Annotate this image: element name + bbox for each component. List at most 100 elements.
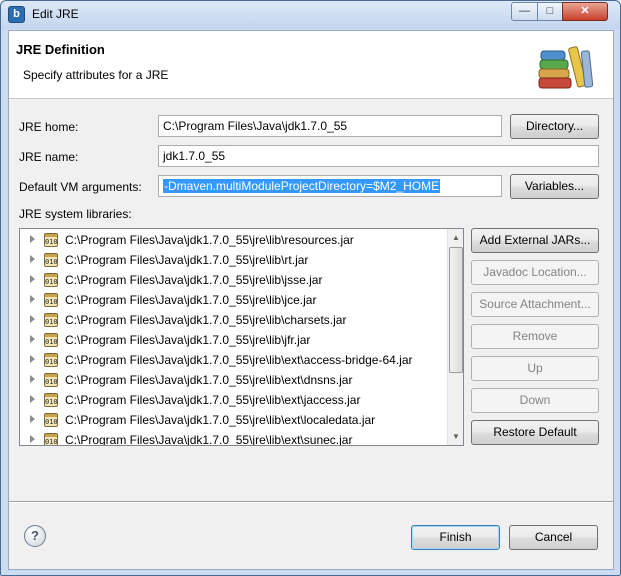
dialog-banner: JRE Definition Specify attributes for a … — [9, 31, 613, 99]
library-path: C:\Program Files\Java\jdk1.7.0_55\jre\li… — [65, 393, 361, 407]
jar-icon-badge: 010 — [45, 438, 58, 446]
window-title: Edit JRE — [32, 7, 79, 21]
jar-icon-band — [45, 434, 57, 437]
javadoc-location-button[interactable]: Javadoc Location... — [471, 260, 599, 285]
libraries-tree[interactable]: 010 C:\Program Files\Java\jdk1.7.0_55\jre… — [19, 228, 464, 446]
vm-arguments-field[interactable]: -Dmaven.multiModuleProjectDirectory=$M2_… — [158, 175, 502, 197]
jar-icon-band — [45, 394, 57, 397]
variables-button[interactable]: Variables... — [510, 174, 599, 199]
close-button[interactable]: ✕ — [562, 2, 608, 21]
cancel-button[interactable]: Cancel — [509, 525, 598, 550]
expand-arrow-icon[interactable] — [30, 415, 35, 423]
expand-arrow-icon[interactable] — [30, 395, 35, 403]
dialog-client-area: JRE Definition Specify attributes for a … — [8, 30, 614, 570]
jar-file-icon: 010 — [44, 333, 58, 347]
library-path: C:\Program Files\Java\jdk1.7.0_55\jre\li… — [65, 373, 353, 387]
jar-icon-band — [45, 354, 57, 357]
library-path: C:\Program Files\Java\jdk1.7.0_55\jre\li… — [65, 353, 413, 367]
footer-separator — [9, 501, 613, 503]
banner-title: JRE Definition — [16, 42, 105, 57]
jar-icon-badge: 010 — [45, 398, 58, 406]
library-row[interactable]: 010 C:\Program Files\Java\jdk1.7.0_55\jre… — [20, 230, 446, 250]
library-row[interactable]: 010 C:\Program Files\Java\jdk1.7.0_55\jre… — [20, 270, 446, 290]
jre-name-field[interactable]: jdk1.7.0_55 — [158, 145, 599, 167]
jar-icon-band — [45, 254, 57, 257]
expand-arrow-icon[interactable] — [30, 335, 35, 343]
remove-button[interactable]: Remove — [471, 324, 599, 349]
jar-file-icon: 010 — [44, 313, 58, 327]
jar-file-icon: 010 — [44, 373, 58, 387]
jar-file-icon: 010 — [44, 293, 58, 307]
jar-icon-badge: 010 — [45, 318, 58, 326]
restore-default-button[interactable]: Restore Default — [471, 420, 599, 445]
expand-arrow-icon[interactable] — [30, 275, 35, 283]
source-attachment-button[interactable]: Source Attachment... — [471, 292, 599, 317]
add-external-jars-button[interactable]: Add External JARs... — [471, 228, 599, 253]
library-row[interactable]: 010 C:\Program Files\Java\jdk1.7.0_55\jre… — [20, 350, 446, 370]
jar-icon-badge: 010 — [45, 258, 58, 266]
library-path: C:\Program Files\Java\jdk1.7.0_55\jre\li… — [65, 333, 311, 347]
finish-button[interactable]: Finish — [411, 525, 500, 550]
expand-arrow-icon[interactable] — [30, 255, 35, 263]
jar-icon-band — [45, 314, 57, 317]
library-path: C:\Program Files\Java\jdk1.7.0_55\jre\li… — [65, 293, 317, 307]
expand-arrow-icon[interactable] — [30, 375, 35, 383]
system-libraries-label: JRE system libraries: — [19, 207, 132, 221]
scrollbar-thumb[interactable] — [449, 247, 463, 373]
jar-file-icon: 010 — [44, 273, 58, 287]
expand-arrow-icon[interactable] — [30, 235, 35, 243]
jre-home-field[interactable]: C:\Program Files\Java\jdk1.7.0_55 — [158, 115, 502, 137]
jar-file-icon: 010 — [44, 433, 58, 446]
library-row[interactable]: 010 C:\Program Files\Java\jdk1.7.0_55\jre… — [20, 250, 446, 270]
jar-icon-band — [45, 374, 57, 377]
expand-arrow-icon[interactable] — [30, 355, 35, 363]
maximize-button[interactable]: □ — [537, 2, 563, 21]
library-row[interactable]: 010 C:\Program Files\Java\jdk1.7.0_55\jre… — [20, 390, 446, 410]
minimize-button[interactable]: — — [511, 2, 538, 21]
expand-arrow-icon[interactable] — [30, 435, 35, 443]
jar-icon-badge: 010 — [45, 278, 58, 286]
jar-icon-badge: 010 — [45, 298, 58, 306]
jar-file-icon: 010 — [44, 393, 58, 407]
libraries-scrollbar[interactable]: ▲ ▼ — [447, 229, 463, 445]
library-path: C:\Program Files\Java\jdk1.7.0_55\jre\li… — [65, 233, 354, 247]
library-row[interactable]: 010 C:\Program Files\Java\jdk1.7.0_55\jre… — [20, 330, 446, 350]
library-row[interactable]: 010 C:\Program Files\Java\jdk1.7.0_55\jre… — [20, 290, 446, 310]
library-row[interactable]: 010 C:\Program Files\Java\jdk1.7.0_55\jre… — [20, 410, 446, 430]
library-path: C:\Program Files\Java\jdk1.7.0_55\jre\li… — [65, 433, 353, 446]
scroll-up-arrow-icon[interactable]: ▲ — [448, 229, 463, 246]
jar-icon-badge: 010 — [45, 378, 58, 386]
jar-file-icon: 010 — [44, 353, 58, 367]
jar-file-icon: 010 — [44, 413, 58, 427]
banner-description: Specify attributes for a JRE — [23, 68, 169, 82]
down-button[interactable]: Down — [471, 388, 599, 413]
expand-arrow-icon[interactable] — [30, 295, 35, 303]
help-icon[interactable]: ? — [24, 525, 46, 547]
jar-file-icon: 010 — [44, 253, 58, 267]
edit-jre-window: b Edit JRE — □ ✕ JRE Definition Specify … — [0, 0, 621, 576]
library-books-icon — [538, 46, 594, 89]
library-path: C:\Program Files\Java\jdk1.7.0_55\jre\li… — [65, 313, 347, 327]
vm-arguments-label: Default VM arguments: — [19, 180, 142, 194]
vm-arguments-selected-text: -Dmaven.multiModuleProjectDirectory=$M2_… — [163, 179, 441, 193]
scroll-down-arrow-icon[interactable]: ▼ — [448, 428, 463, 445]
jar-icon-badge: 010 — [45, 418, 58, 426]
jar-icon-band — [45, 274, 57, 277]
library-path: C:\Program Files\Java\jdk1.7.0_55\jre\li… — [65, 273, 323, 287]
jar-icon-badge: 010 — [45, 338, 58, 346]
title-bar[interactable]: b Edit JRE — □ ✕ — [1, 1, 620, 29]
jar-icon-band — [45, 334, 57, 337]
library-path: C:\Program Files\Java\jdk1.7.0_55\jre\li… — [65, 413, 376, 427]
jar-icon-band — [45, 234, 57, 237]
directory-button[interactable]: Directory... — [510, 114, 599, 139]
library-row[interactable]: 010 C:\Program Files\Java\jdk1.7.0_55\jre… — [20, 370, 446, 390]
app-icon: b — [8, 6, 25, 23]
jar-icon-band — [45, 294, 57, 297]
jar-icon-badge: 010 — [45, 238, 58, 246]
library-row[interactable]: 010 C:\Program Files\Java\jdk1.7.0_55\jre… — [20, 310, 446, 330]
library-row[interactable]: 010 C:\Program Files\Java\jdk1.7.0_55\jre… — [20, 430, 446, 446]
jre-home-label: JRE home: — [19, 120, 79, 134]
up-button[interactable]: Up — [471, 356, 599, 381]
jar-icon-band — [45, 414, 57, 417]
expand-arrow-icon[interactable] — [30, 315, 35, 323]
